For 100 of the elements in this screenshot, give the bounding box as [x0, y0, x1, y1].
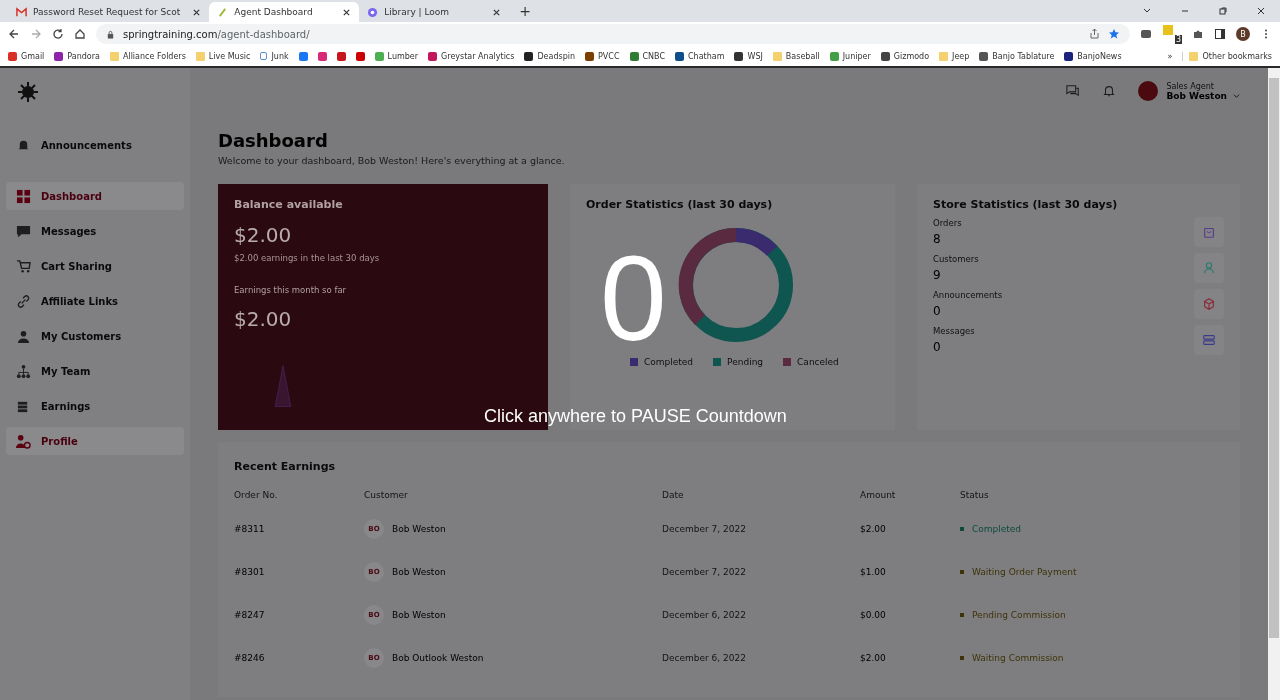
sidebar-item[interactable]: Announcements	[6, 131, 184, 159]
leaf-icon	[217, 6, 229, 18]
bookmark[interactable]: Baseball	[772, 51, 820, 61]
share-icon[interactable]	[1088, 28, 1100, 40]
logo-icon	[16, 80, 40, 104]
user-name[interactable]: Bob Weston	[1166, 90, 1227, 101]
bookmark[interactable]: PVCC	[585, 51, 620, 61]
table-cell: Bob Weston	[392, 609, 446, 620]
close-icon[interactable]	[192, 7, 202, 17]
sidebar-item[interactable]: Messages	[6, 217, 184, 245]
caret-icon[interactable]	[1233, 91, 1240, 99]
card-title: Balance available	[234, 198, 344, 211]
stat-value: 0	[933, 304, 942, 318]
more-bookmarks-button[interactable]: »	[1167, 51, 1173, 61]
column-header: Status	[960, 490, 990, 500]
table-cell-text: $2.00	[860, 652, 887, 663]
close-icon[interactable]	[1256, 6, 1266, 16]
chat-icon	[16, 223, 31, 239]
people-icon	[16, 328, 31, 344]
legend-label: Completed	[644, 357, 694, 367]
stat-value: 0	[933, 340, 942, 354]
close-icon[interactable]	[492, 7, 502, 17]
legend-label: Canceled	[797, 357, 839, 367]
column-header: Order No.	[234, 490, 279, 500]
table-cell-text: #8246	[234, 652, 266, 663]
star-icon[interactable]	[1108, 28, 1120, 40]
avatar-icon[interactable]	[1138, 81, 1159, 101]
bookmark[interactable]: Other bookmarks	[1182, 51, 1272, 61]
bookmark[interactable]: CNBC	[629, 51, 665, 61]
bookmark[interactable]: WSJ	[734, 51, 763, 61]
stat-value: 8	[933, 232, 942, 246]
table-cell-text: December 6, 2022	[662, 609, 747, 620]
close-icon[interactable]	[342, 7, 352, 17]
address-field[interactable]: springtraining.com/agent-dashboard/	[96, 24, 1130, 44]
bookmark[interactable]: Gmail	[8, 51, 45, 61]
bookmark[interactable]: Chatham	[675, 51, 725, 61]
page-title: Dashboard	[218, 130, 329, 151]
table-cell-text: $0.00	[860, 609, 887, 620]
new-tab-button[interactable]: +	[509, 3, 541, 19]
bookmark[interactable]: Deadspin	[524, 51, 576, 61]
bookmark[interactable]: Lumber	[374, 51, 419, 61]
table-cell-text: December 7, 2022	[662, 523, 747, 534]
column-header: Date	[662, 490, 685, 500]
browser-tab[interactable]: Agent Dashboard	[209, 2, 360, 22]
stat-label: Orders	[933, 218, 963, 228]
table-cell-text: #8247	[234, 609, 266, 620]
lock-icon	[106, 29, 115, 39]
stat-label: Customers	[933, 254, 980, 264]
link-icon	[16, 293, 31, 309]
sidebar-item[interactable]: Earnings	[6, 392, 184, 420]
sidebar-item[interactable]: Profile	[6, 427, 184, 455]
bookmark[interactable]: Banjo Tablature	[979, 51, 1055, 61]
mail-icon	[16, 6, 27, 18]
reload-icon[interactable]	[52, 28, 64, 40]
status-label: Waiting Commission	[972, 652, 1064, 663]
bookmark[interactable]: Gizmodo	[880, 51, 930, 61]
bookmark[interactable]: BanjoNews	[1064, 51, 1122, 61]
sidebar-icon[interactable]	[1214, 28, 1226, 40]
stat-value: 9	[933, 268, 942, 282]
bookmark[interactable]: Jeep	[939, 51, 970, 61]
back-icon[interactable]	[8, 28, 20, 40]
sidebar-item[interactable]: Affiliate Links	[6, 287, 184, 315]
bookmark[interactable]: Junk	[260, 51, 289, 61]
status-label: Waiting Order Payment	[972, 566, 1077, 577]
sidebar-item[interactable]: Cart Sharing	[6, 252, 184, 280]
browser-tab[interactable]: Password Reset Request for Scot	[8, 2, 210, 22]
bell-icon[interactable]	[1102, 84, 1117, 98]
sidebar-item[interactable]: My Customers	[6, 322, 184, 350]
table-cell-text: December 7, 2022	[662, 566, 747, 577]
bookmark[interactable]: Alliance Folders	[109, 51, 186, 61]
status-label: Pending Commission	[972, 609, 1066, 620]
table-cell-text: $1.00	[860, 566, 887, 577]
legend-label: Pending	[727, 357, 764, 367]
countdown-number: 0	[600, 238, 667, 358]
card-title: Store Statistics (last 30 days)	[933, 198, 1119, 211]
month-label: Earnings this month so far	[234, 285, 348, 295]
bookmark[interactable]: Pandora	[54, 51, 100, 61]
team-icon	[16, 363, 31, 379]
extension-icon[interactable]	[1140, 28, 1152, 40]
status-label: Completed	[972, 523, 1022, 534]
grid-icon	[16, 188, 31, 204]
table-cell-text: #8301	[234, 566, 266, 577]
user-role: Sales Agent	[1166, 81, 1214, 91]
cart-icon	[16, 258, 31, 274]
column-header: Customer	[364, 490, 409, 500]
table-cell: Bob Weston	[392, 566, 446, 577]
sidebar-item[interactable]: My Team	[6, 357, 184, 385]
bookmark[interactable]: Juniper	[829, 51, 871, 61]
table-cell-text: December 6, 2022	[662, 652, 747, 663]
restore-icon[interactable]	[1218, 6, 1228, 16]
browser-tab[interactable]: Library | Loom	[359, 2, 510, 22]
home-icon[interactable]	[74, 28, 86, 40]
card-title: Order Statistics (last 30 days)	[586, 198, 773, 211]
sidebar-item[interactable]: Dashboard	[6, 182, 184, 210]
scrollbar[interactable]	[1268, 68, 1280, 700]
bookmark[interactable]: Greystar Analytics	[428, 51, 515, 61]
profile-avatar[interactable]: B	[1236, 27, 1250, 41]
chat-icon[interactable]	[1066, 84, 1081, 98]
bookmark[interactable]: Live Music	[195, 51, 251, 61]
page-subtitle: Welcome to your dashboard, Bob Weston! Here's everything at a glance.	[218, 155, 566, 166]
